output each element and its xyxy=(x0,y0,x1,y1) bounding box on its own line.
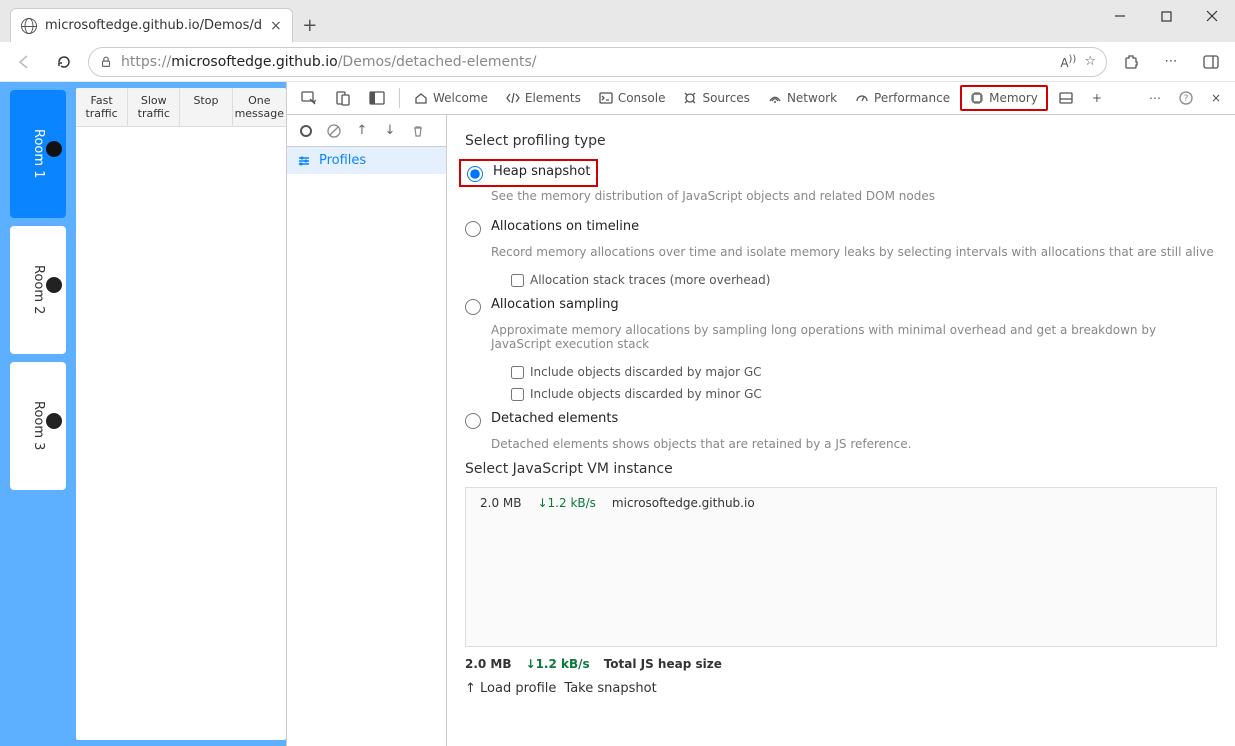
tab-console[interactable]: Console xyxy=(591,87,674,109)
timeline-stack-traces[interactable]: Allocation stack traces (more overhead) xyxy=(511,269,1217,291)
dock-icon[interactable] xyxy=(361,86,393,110)
memory-panel: Select profiling type Heap snapshot See … xyxy=(447,115,1235,746)
tab-sources[interactable]: Sources xyxy=(675,87,757,109)
one-message-button[interactable]: One message xyxy=(233,88,286,126)
devtools-tabbar: Welcome Elements Console Sources Network… xyxy=(287,82,1235,115)
status-dot-icon xyxy=(46,277,62,293)
minimize-button[interactable] xyxy=(1097,0,1143,32)
tab-network[interactable]: Network xyxy=(760,87,845,109)
tab-title: microsoftedge.github.io/Demos/d xyxy=(45,18,262,33)
stop-button[interactable]: Stop xyxy=(180,88,232,126)
fast-traffic-button[interactable]: Fast traffic xyxy=(76,88,128,126)
vm-size: 2.0 MB xyxy=(480,496,521,510)
new-tab-button[interactable]: + xyxy=(293,8,327,42)
heap-snapshot-radio[interactable] xyxy=(467,166,483,182)
room-2[interactable]: Room 2 xyxy=(10,226,66,354)
svg-text:?: ? xyxy=(1184,94,1189,104)
vm-instance-heading: Select JavaScript VM instance xyxy=(465,461,1217,477)
option-detached-elements[interactable]: Detached elements xyxy=(465,405,1217,435)
device-icon[interactable] xyxy=(327,86,359,110)
sampling-desc: Approximate memory allocations by sampli… xyxy=(491,323,1217,351)
url-text: https://microsoftedge.github.io/Demos/de… xyxy=(121,54,1052,70)
status-dot-icon xyxy=(46,141,62,157)
favorite-icon[interactable]: ☆ xyxy=(1084,54,1096,69)
close-tab-icon[interactable]: × xyxy=(270,18,282,34)
window-controls xyxy=(1097,0,1235,32)
footer-label: Total JS heap size xyxy=(604,657,722,671)
download-icon[interactable]: ↓ xyxy=(381,122,399,140)
room-3[interactable]: Room 3 xyxy=(10,362,66,490)
room-1[interactable]: Room 1 xyxy=(10,90,66,218)
delete-icon[interactable] xyxy=(409,122,427,140)
rooms-list: Room 1 Room 2 Room 3 xyxy=(0,82,76,746)
close-window-button[interactable] xyxy=(1189,0,1235,32)
heap-snapshot-desc: See the memory distribution of JavaScrip… xyxy=(491,189,1217,203)
help-icon[interactable]: ? xyxy=(1171,87,1201,109)
devtools: Welcome Elements Console Sources Network… xyxy=(286,82,1235,746)
settings-icon xyxy=(297,154,311,168)
record-icon[interactable] xyxy=(297,122,315,140)
tab-performance[interactable]: Performance xyxy=(847,87,958,109)
status-dot-icon xyxy=(46,413,62,429)
drawer-icon[interactable] xyxy=(1050,86,1082,110)
footer-rate: ↓1.2 kB/s xyxy=(526,657,590,671)
tab-welcome[interactable]: Welcome xyxy=(406,87,496,109)
detached-radio[interactable] xyxy=(465,413,481,429)
option-allocation-sampling[interactable]: Allocation sampling xyxy=(465,291,1217,321)
browser-tab[interactable]: microsoftedge.github.io/Demos/d × xyxy=(10,8,293,42)
maximize-button[interactable] xyxy=(1143,0,1189,32)
app-toolbar: Fast traffic Slow traffic Stop One messa… xyxy=(76,88,286,127)
timeline-radio[interactable] xyxy=(465,221,481,237)
footer-size: 2.0 MB xyxy=(465,657,512,671)
option-heap-snapshot[interactable]: Heap snapshot xyxy=(459,159,598,187)
devtools-close-icon[interactable]: × xyxy=(1203,87,1229,109)
timeline-desc: Record memory allocations over time and … xyxy=(491,245,1217,259)
upload-icon[interactable]: ↑ xyxy=(353,122,371,140)
tab-elements[interactable]: Elements xyxy=(498,87,589,109)
vm-rate: ↓1.2 kB/s xyxy=(537,496,595,510)
tab-memory[interactable]: Memory xyxy=(960,85,1048,111)
memory-sidebar: ↑ ↓ Profiles xyxy=(287,115,447,746)
titlebar: microsoftedge.github.io/Demos/d × + xyxy=(0,0,1235,42)
sampling-minor-gc[interactable]: Include objects discarded by minor GC xyxy=(511,383,1217,405)
memory-footer: 2.0 MB ↓1.2 kB/s Total JS heap size xyxy=(465,647,1217,681)
detached-desc: Detached elements shows objects that are… xyxy=(491,437,1217,451)
sampling-major-gc[interactable]: Include objects discarded by major GC xyxy=(511,361,1217,383)
refresh-button[interactable] xyxy=(48,46,80,78)
devtools-more-icon[interactable]: ⋯ xyxy=(1141,87,1169,109)
site-info-icon xyxy=(99,55,113,69)
url-box[interactable]: https://microsoftedge.github.io/Demos/de… xyxy=(88,47,1107,77)
option-allocations-timeline[interactable]: Allocations on timeline xyxy=(465,213,1217,243)
add-tab-icon[interactable]: + xyxy=(1084,87,1110,109)
extensions-icon[interactable] xyxy=(1115,46,1147,78)
back-button[interactable] xyxy=(8,46,40,78)
app-main: Fast traffic Slow traffic Stop One messa… xyxy=(76,88,286,740)
vm-instance-row[interactable]: 2.0 MB ↓1.2 kB/s microsoftedge.github.io xyxy=(465,487,1217,647)
more-icon[interactable]: ⋯ xyxy=(1155,46,1187,78)
memory-toolbar: ↑ ↓ xyxy=(287,115,446,147)
clear-icon[interactable] xyxy=(325,122,343,140)
address-bar: https://microsoftedge.github.io/Demos/de… xyxy=(0,42,1235,82)
sidebar-icon[interactable] xyxy=(1195,46,1227,78)
take-snapshot-button[interactable]: Take snapshot xyxy=(564,681,656,696)
profiles-item[interactable]: Profiles xyxy=(287,147,446,174)
vm-host: microsoftedge.github.io xyxy=(612,496,755,510)
read-aloud-icon[interactable]: A)) xyxy=(1060,54,1076,70)
inspect-icon[interactable] xyxy=(293,86,325,110)
load-profile-button[interactable]: ↑ Load profile xyxy=(465,681,556,696)
slow-traffic-button[interactable]: Slow traffic xyxy=(128,88,180,126)
globe-icon xyxy=(21,18,37,34)
sampling-radio[interactable] xyxy=(465,299,481,315)
profiling-type-heading: Select profiling type xyxy=(465,133,1217,149)
demo-app: Room 1 Room 2 Room 3 Fast traffic Slow t… xyxy=(0,82,286,746)
page-content: Room 1 Room 2 Room 3 Fast traffic Slow t… xyxy=(0,82,1235,746)
